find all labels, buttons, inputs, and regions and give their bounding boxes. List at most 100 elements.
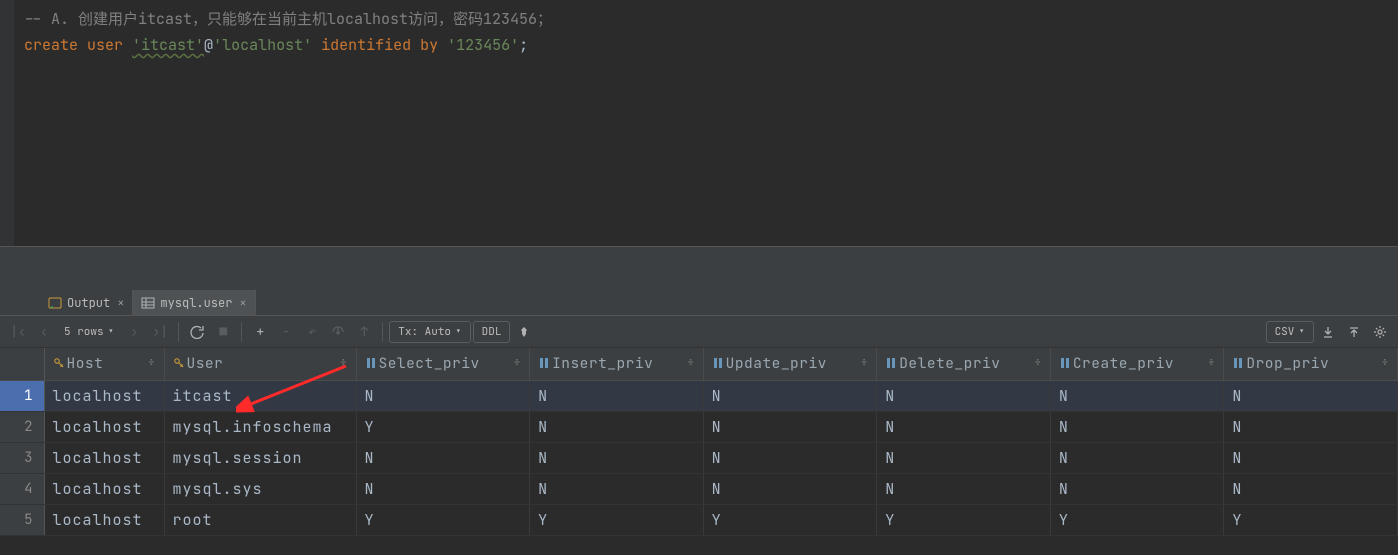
last-page-button[interactable]: ›| xyxy=(148,320,172,344)
data-table: Host÷ User÷ Select_priv÷ Insert_priv÷ Up… xyxy=(0,348,1398,536)
cell[interactable]: 1 xyxy=(0,380,44,411)
close-icon[interactable]: × xyxy=(117,295,124,311)
export-format-dropdown[interactable]: CSV▾ xyxy=(1266,321,1314,343)
cell[interactable]: Y xyxy=(1050,504,1224,535)
col-drop-priv[interactable]: Drop_priv÷ xyxy=(1224,348,1398,380)
prev-page-button[interactable]: ‹ xyxy=(32,320,56,344)
stop-button[interactable]: ■ xyxy=(211,320,235,344)
results-toolbar: |‹ ‹ 5 rows▾ › ›| ■ + − ↶ ↑ Tx: Auto▾ DD… xyxy=(0,316,1398,348)
col-host[interactable]: Host÷ xyxy=(44,348,164,380)
remove-row-button[interactable]: − xyxy=(274,320,298,344)
result-tabs: Output × mysql.user × xyxy=(0,290,1398,316)
cell[interactable]: N xyxy=(1224,411,1398,442)
col-create-priv[interactable]: Create_priv÷ xyxy=(1050,348,1224,380)
editor-line-comment: -- A. 创建用户itcast，只能够在当前主机localhost访问，密码1… xyxy=(24,6,1388,32)
cell[interactable]: N xyxy=(877,473,1051,504)
commit-button[interactable] xyxy=(326,320,350,344)
cell[interactable]: localhost xyxy=(44,442,164,473)
refresh-button[interactable] xyxy=(185,320,209,344)
header-row: Host÷ User÷ Select_priv÷ Insert_priv÷ Up… xyxy=(0,348,1398,380)
tab-label: Output xyxy=(67,295,110,311)
cell[interactable]: N xyxy=(530,380,704,411)
col-update-priv[interactable]: Update_priv÷ xyxy=(703,348,877,380)
cell[interactable]: N xyxy=(877,442,1051,473)
table-row[interactable]: 1localhostitcastNNNNNN xyxy=(0,380,1398,411)
close-icon[interactable]: × xyxy=(239,295,246,311)
cell[interactable]: localhost xyxy=(44,380,164,411)
pin-button[interactable] xyxy=(512,320,536,344)
cell[interactable]: mysql.infoschema xyxy=(164,411,356,442)
first-page-button[interactable]: |‹ xyxy=(6,320,30,344)
row-count-label[interactable]: 5 rows▾ xyxy=(58,325,120,339)
table-row[interactable]: 4localhostmysql.sysNNNNNN xyxy=(0,473,1398,504)
cell[interactable]: N xyxy=(703,473,877,504)
col-user[interactable]: User÷ xyxy=(164,348,356,380)
cell[interactable]: N xyxy=(1224,380,1398,411)
cell[interactable]: localhost xyxy=(44,411,164,442)
cell[interactable]: localhost xyxy=(44,473,164,504)
tab-label: mysql.user xyxy=(160,295,232,311)
col-delete-priv[interactable]: Delete_priv÷ xyxy=(877,348,1051,380)
revert-button[interactable]: ↶ xyxy=(300,320,324,344)
upload-button[interactable] xyxy=(1342,320,1366,344)
table-row[interactable]: 5localhostrootYYYYYY xyxy=(0,504,1398,535)
settings-button[interactable] xyxy=(1368,320,1392,344)
cell[interactable]: Y xyxy=(530,504,704,535)
cell[interactable]: N xyxy=(356,473,530,504)
table-body: 1localhostitcastNNNNNN2localhostmysql.in… xyxy=(0,380,1398,535)
cell[interactable]: N xyxy=(877,411,1051,442)
cell[interactable]: N xyxy=(1050,473,1224,504)
cell[interactable]: N xyxy=(356,380,530,411)
cell[interactable]: Y xyxy=(1224,504,1398,535)
output-icon xyxy=(48,296,62,310)
download-button[interactable] xyxy=(1316,320,1340,344)
tab-output[interactable]: Output × xyxy=(40,290,133,315)
cell[interactable]: N xyxy=(877,380,1051,411)
cell[interactable]: 2 xyxy=(0,411,44,442)
cell[interactable]: itcast xyxy=(164,380,356,411)
cell[interactable]: N xyxy=(703,442,877,473)
cell[interactable]: N xyxy=(703,411,877,442)
cell[interactable]: N xyxy=(1050,411,1224,442)
editor-line-sql: create user 'itcast'@'localhost' identif… xyxy=(24,32,1388,58)
cell[interactable]: Y xyxy=(356,411,530,442)
cell[interactable]: N xyxy=(530,411,704,442)
column-icon xyxy=(885,355,899,374)
column-icon xyxy=(538,355,552,374)
cell[interactable]: N xyxy=(1224,442,1398,473)
col-select-priv[interactable]: Select_priv÷ xyxy=(356,348,530,380)
tx-mode-dropdown[interactable]: Tx: Auto▾ xyxy=(389,321,470,343)
cell[interactable]: N xyxy=(1050,442,1224,473)
sql-editor[interactable]: -- A. 创建用户itcast，只能够在当前主机localhost访问，密码1… xyxy=(0,0,1398,246)
table-row[interactable]: 3localhostmysql.sessionNNNNNN xyxy=(0,442,1398,473)
cell[interactable]: Y xyxy=(877,504,1051,535)
ddl-button[interactable]: DDL xyxy=(473,321,511,343)
key-icon xyxy=(173,355,187,374)
tab-mysql-user[interactable]: mysql.user × xyxy=(133,290,255,315)
results-grid[interactable]: Host÷ User÷ Select_priv÷ Insert_priv÷ Up… xyxy=(0,348,1398,555)
cell[interactable]: 4 xyxy=(0,473,44,504)
cell[interactable]: mysql.session xyxy=(164,442,356,473)
cell[interactable]: Y xyxy=(356,504,530,535)
cell[interactable]: mysql.sys xyxy=(164,473,356,504)
col-insert-priv[interactable]: Insert_priv÷ xyxy=(530,348,704,380)
chevron-down-icon: ▾ xyxy=(455,325,462,339)
cell[interactable]: root xyxy=(164,504,356,535)
cell[interactable]: N xyxy=(530,442,704,473)
cell[interactable]: N xyxy=(356,442,530,473)
cell[interactable]: N xyxy=(1224,473,1398,504)
column-icon xyxy=(712,355,726,374)
cell[interactable]: 3 xyxy=(0,442,44,473)
table-icon xyxy=(141,296,155,310)
add-row-button[interactable]: + xyxy=(248,320,272,344)
next-page-button[interactable]: › xyxy=(122,320,146,344)
cell[interactable]: 5 xyxy=(0,504,44,535)
cell[interactable]: N xyxy=(1050,380,1224,411)
table-row[interactable]: 2localhostmysql.infoschemaYNNNNN xyxy=(0,411,1398,442)
cell[interactable]: Y xyxy=(703,504,877,535)
cell[interactable]: N xyxy=(530,473,704,504)
key-icon xyxy=(53,355,67,374)
cell[interactable]: N xyxy=(703,380,877,411)
cell[interactable]: localhost xyxy=(44,504,164,535)
submit-button[interactable]: ↑ xyxy=(352,320,376,344)
